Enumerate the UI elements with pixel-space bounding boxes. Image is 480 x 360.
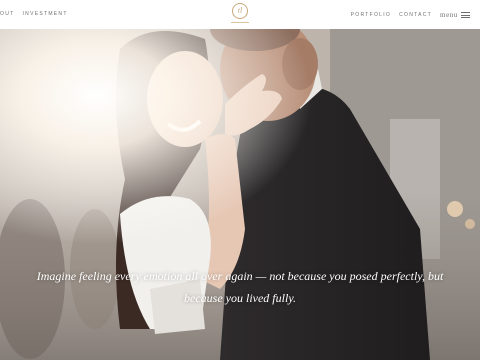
hero-photo	[0, 29, 480, 360]
nav-link-about[interactable]: OUT	[0, 11, 14, 17]
nav-link-contact[interactable]: CONTACT	[399, 12, 432, 18]
nav-right: PORTFOLIO CONTACT menu	[351, 11, 470, 19]
menu-button[interactable]: menu	[440, 11, 470, 19]
hero-caption-line-1: Imagine feeling every emotion all over a…	[36, 269, 444, 283]
menu-label: menu	[440, 11, 458, 19]
nav-link-portfolio[interactable]: PORTFOLIO	[351, 12, 392, 18]
nav-link-investment[interactable]: INVESTMENT	[22, 11, 67, 17]
logo-underline	[231, 22, 249, 23]
hero-caption-line-2: because you lived fully.	[184, 291, 296, 305]
site-logo[interactable]: tl	[228, 3, 252, 25]
logo-monogram: tl	[232, 3, 248, 19]
hero-caption: Imagine feeling every emotion all over a…	[0, 265, 480, 309]
hero-section: Imagine feeling every emotion all over a…	[0, 29, 480, 360]
hamburger-icon	[461, 12, 470, 18]
top-navigation-bar: OUT INVESTMENT tl PORTFOLIO CONTACT menu	[0, 0, 480, 29]
nav-left: OUT INVESTMENT	[0, 11, 68, 17]
